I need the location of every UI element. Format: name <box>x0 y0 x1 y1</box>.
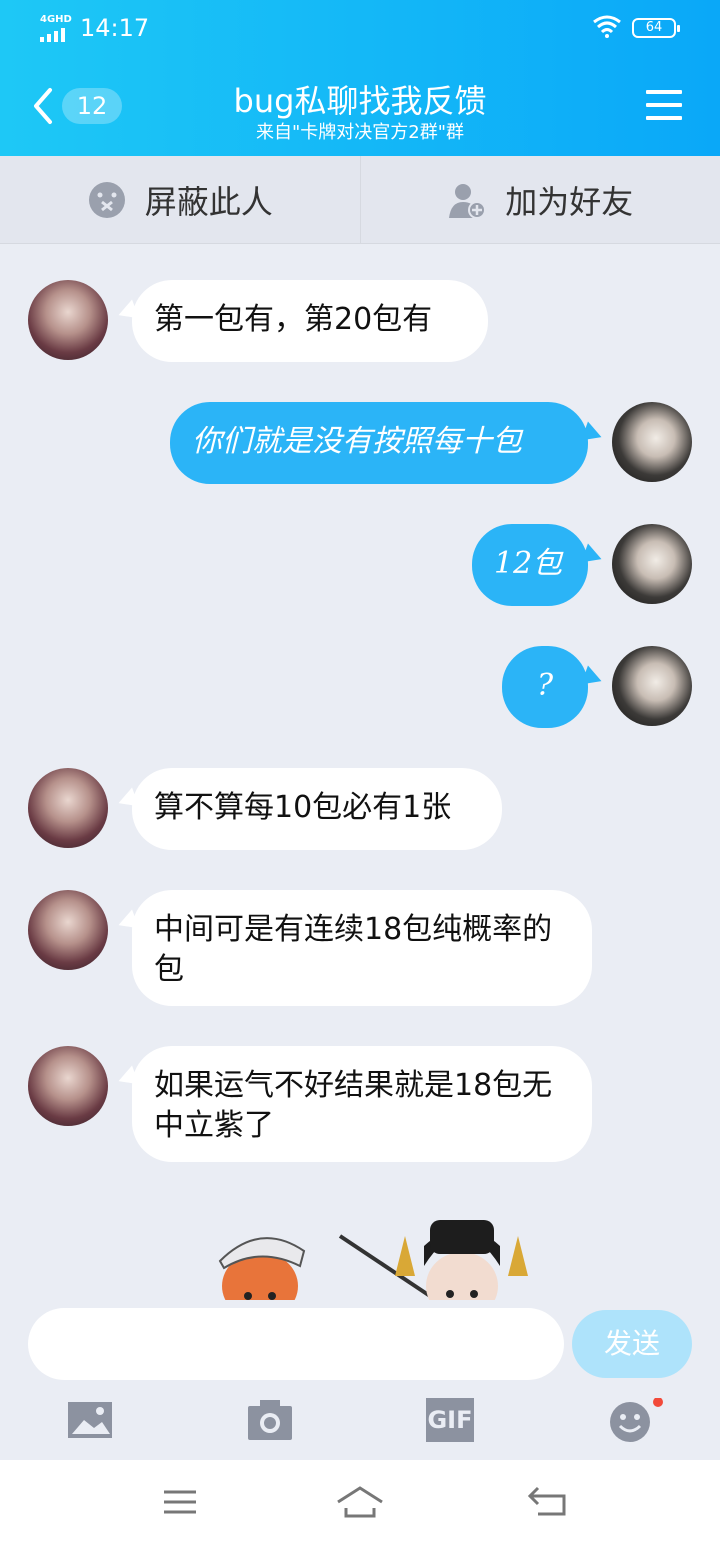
message-bubble[interactable]: ? <box>502 646 588 728</box>
message-bubble[interactable]: 你们就是没有按照每十包 <box>170 402 588 484</box>
add-friend-label: 加为好友 <box>505 182 634 221</box>
page-title: bug私聊找我反馈 <box>233 82 487 120</box>
message-bubble[interactable]: 中间可是有连续18包纯概率的包 <box>132 890 592 1006</box>
battery-indicator: 64 <box>632 18 680 38</box>
avatar[interactable] <box>28 768 108 848</box>
camera-icon[interactable] <box>246 1398 294 1442</box>
wifi-icon <box>593 15 621 38</box>
avatar[interactable] <box>28 280 108 360</box>
message-bubble[interactable]: 如果运气不好结果就是18包无中立紫了 <box>132 1046 592 1162</box>
message-bubble[interactable]: 算不算每10包必有1张 <box>132 768 502 850</box>
message-text: 中间可是有连续18包纯概率的包 <box>154 912 553 987</box>
image-icon[interactable] <box>66 1398 114 1442</box>
avatar[interactable] <box>612 402 692 482</box>
avatar[interactable] <box>28 890 108 970</box>
avatar[interactable] <box>612 524 692 604</box>
message-bubble[interactable]: 第一包有，第20包有 <box>132 280 488 362</box>
send-button[interactable]: 发送 <box>572 1310 692 1378</box>
recent-apps-icon[interactable] <box>156 1482 204 1522</box>
avatar[interactable] <box>28 1046 108 1126</box>
message-text: ? <box>536 668 554 703</box>
message-bubble[interactable]: 12包 <box>472 524 588 606</box>
message-text: 如果运气不好结果就是18包无中立紫了 <box>154 1068 553 1143</box>
emoji-icon[interactable] <box>606 1398 666 1442</box>
page-subtitle: 来自"卡牌对决官方2群"群 <box>255 122 464 143</box>
composer: 发送 <box>0 1300 720 1394</box>
message-text: 第一包有，第20包有 <box>154 302 433 337</box>
signal-icon <box>40 28 65 42</box>
block-user-button[interactable]: 屏蔽此人 <box>0 156 360 243</box>
network-type: 4GHD <box>40 14 72 25</box>
composer-toolbar: GIF <box>0 1394 720 1460</box>
message-text: 12包 <box>494 546 563 581</box>
system-back-icon[interactable] <box>526 1482 574 1522</box>
system-nav-bar <box>0 1460 720 1544</box>
status-bar: 4GHD 14:17 64 <box>0 0 720 56</box>
block-user-icon <box>88 181 125 218</box>
menu-icon[interactable] <box>646 90 682 120</box>
gif-icon[interactable]: GIF <box>426 1398 474 1442</box>
home-icon[interactable] <box>336 1482 384 1522</box>
message-input[interactable] <box>28 1308 564 1380</box>
status-time: 14:17 <box>80 14 150 42</box>
add-friend-button[interactable]: 加为好友 <box>359 156 720 243</box>
block-user-label: 屏蔽此人 <box>144 182 273 221</box>
sticker-image[interactable] <box>200 1206 560 1306</box>
add-friend-icon <box>449 183 487 219</box>
chat-header: 4GHD 14:17 64 12 bug私聊找我反馈 来自"卡牌对决官方2群"群 <box>0 0 720 156</box>
avatar[interactable] <box>612 646 692 726</box>
contact-action-bar: 屏蔽此人 加为好友 <box>0 156 720 244</box>
message-text: 算不算每10包必有1张 <box>154 790 452 825</box>
message-text: 你们就是没有按照每十包 <box>192 424 522 459</box>
